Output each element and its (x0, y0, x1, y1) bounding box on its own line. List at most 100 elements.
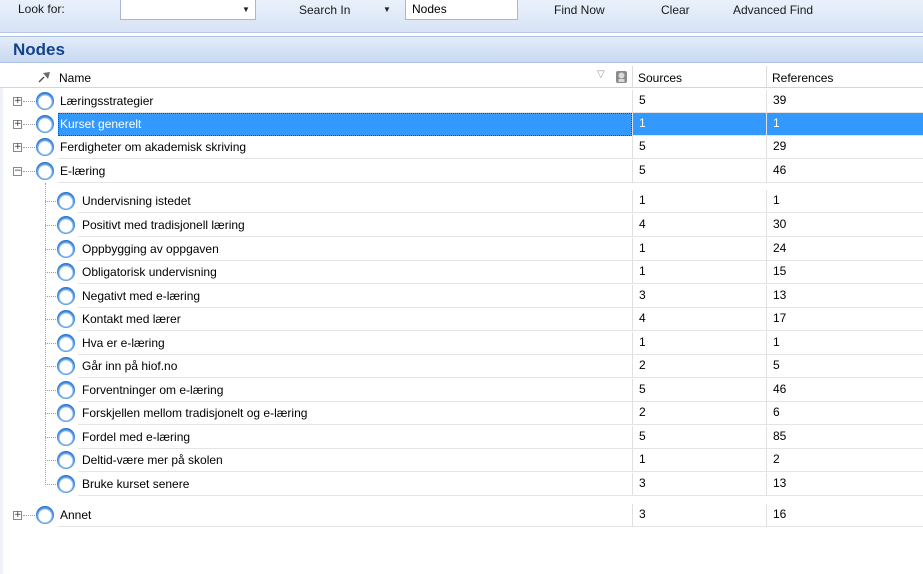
tree-row-child[interactable]: Negativt med e-læring 3 13 (0, 285, 923, 308)
column-header-sources[interactable]: Sources (638, 71, 682, 85)
advanced-find-button[interactable]: Advanced Find (733, 3, 813, 17)
node-name: Læringsstrategier (60, 94, 154, 108)
node-sources: 2 (632, 402, 766, 425)
sort-indicator-icon: ▽ (597, 69, 605, 80)
node-references: 1 (766, 190, 923, 213)
search-in-button[interactable]: Search In (299, 3, 350, 17)
tree-row-child[interactable]: Hva er e-læring 1 1 (0, 332, 923, 355)
tree-row-child[interactable]: Går inn på hiof.no 2 5 (0, 355, 923, 378)
node-sources: 1 (632, 261, 766, 284)
node-sources: 5 (632, 160, 766, 183)
node-name: Ferdigheter om akademisk skriving (60, 140, 247, 154)
node-name: Undervisning istedet (82, 194, 191, 208)
tree-row-child[interactable]: Forventninger om e-læring 5 46 (0, 379, 923, 402)
node-sources: 3 (632, 504, 766, 527)
look-for-input[interactable] (120, 0, 256, 20)
node-circle-icon (57, 263, 75, 281)
node-sources: 1 (632, 113, 766, 136)
node-references: 13 (766, 285, 923, 308)
node-references: 5 (766, 355, 923, 378)
node-circle-icon (57, 475, 75, 493)
node-circle-icon (36, 92, 54, 110)
node-name: Annet (60, 508, 92, 522)
tree-row-selected[interactable]: + Kurset generelt 1 1 (0, 113, 923, 136)
node-references: 17 (766, 308, 923, 331)
collapse-icon[interactable]: − (13, 167, 22, 176)
tree-row-child[interactable]: Fordel med e-læring 5 85 (0, 426, 923, 449)
node-circle-icon (36, 506, 54, 524)
expand-icon[interactable]: + (13, 120, 22, 129)
look-for-dropdown-icon[interactable]: ▼ (242, 5, 250, 14)
tree-row-child[interactable]: Positivt med tradisjonell læring 4 30 (0, 214, 923, 237)
node-circle-icon (57, 192, 75, 210)
node-circle-icon (36, 115, 54, 133)
expand-icon[interactable]: + (13, 143, 22, 152)
left-edge (0, 88, 3, 574)
node-references: 1 (766, 332, 923, 355)
node-name: Fordel med e-læring (82, 430, 191, 444)
find-bar: Look for: ▼ Search In ▼ Nodes Find Now C… (0, 0, 923, 33)
tree-row-child[interactable]: Forskjellen mellom tradisjonelt og e-lær… (0, 402, 923, 425)
node-references: 39 (766, 90, 923, 113)
view-header: Nodes (0, 36, 923, 63)
node-circle-icon (57, 404, 75, 422)
tree-row-child[interactable]: Bruke kurset senere 3 13 (0, 473, 923, 496)
node-sources: 3 (632, 473, 766, 496)
tree-row-child[interactable]: Deltid-være mer på skolen 1 2 (0, 449, 923, 472)
node-references: 6 (766, 402, 923, 425)
node-circle-icon (57, 381, 75, 399)
node-name: Går inn på hiof.no (82, 359, 178, 373)
node-references: 46 (766, 379, 923, 402)
node-name: Kontakt med lærer (82, 312, 181, 326)
node-circle-icon (57, 428, 75, 446)
node-circle-icon (57, 240, 75, 258)
column-header-name[interactable]: Name (59, 71, 91, 85)
node-name: Forskjellen mellom tradisjonelt og e-lær… (82, 406, 308, 420)
find-now-button[interactable]: Find Now (554, 3, 605, 17)
node-sources: 2 (632, 355, 766, 378)
node-references: 2 (766, 449, 923, 472)
node-sources: 5 (632, 90, 766, 113)
node-sources: 4 (632, 214, 766, 237)
node-sources: 1 (632, 190, 766, 213)
tree-row-child[interactable]: Oppbygging av oppgaven 1 24 (0, 238, 923, 261)
tree-row-child[interactable]: Obligatorisk undervisning 1 15 (0, 261, 923, 284)
pin-icon[interactable] (37, 70, 53, 87)
clear-button[interactable]: Clear (661, 3, 690, 17)
node-sources: 1 (632, 238, 766, 261)
node-circle-icon (57, 216, 75, 234)
node-sources: 1 (632, 332, 766, 355)
node-references: 15 (766, 261, 923, 284)
search-in-field[interactable]: Nodes (405, 0, 518, 20)
tree-row[interactable]: + Læringsstrategier 5 39 (0, 90, 923, 113)
node-sources: 5 (632, 379, 766, 402)
sources-icon (614, 69, 631, 88)
node-circle-icon (36, 162, 54, 180)
expand-icon[interactable]: + (13, 511, 22, 520)
search-in-dropdown-icon[interactable]: ▼ (383, 5, 391, 14)
node-name: Negativt med e-læring (82, 289, 201, 303)
tree-row[interactable]: + Ferdigheter om akademisk skriving 5 29 (0, 136, 923, 159)
node-circle-icon (57, 334, 75, 352)
node-sources: 5 (632, 136, 766, 159)
tree-row-child[interactable]: Kontakt med lærer 4 17 (0, 308, 923, 331)
node-references: 46 (766, 160, 923, 183)
node-circle-icon (57, 310, 75, 328)
node-name: Forventninger om e-læring (82, 383, 224, 397)
tree-row-child[interactable]: Undervisning istedet 1 1 (0, 190, 923, 213)
node-references: 13 (766, 473, 923, 496)
tree-row[interactable]: + Annet 3 16 (0, 504, 923, 527)
column-header-references[interactable]: References (772, 71, 833, 85)
expand-icon[interactable]: + (13, 97, 22, 106)
node-name: Hva er e-læring (82, 336, 165, 350)
node-circle-icon (57, 287, 75, 305)
view-title: Nodes (13, 40, 65, 59)
node-circle-icon (36, 138, 54, 156)
tree-row-expanded[interactable]: − E-læring 5 46 (0, 160, 923, 183)
node-references: 1 (766, 113, 923, 136)
node-sources: 1 (632, 449, 766, 472)
node-name: Deltid-være mer på skolen (82, 453, 223, 467)
node-references: 16 (766, 504, 923, 527)
node-name: E-læring (60, 164, 106, 178)
node-name: Positivt med tradisjonell læring (82, 218, 245, 232)
